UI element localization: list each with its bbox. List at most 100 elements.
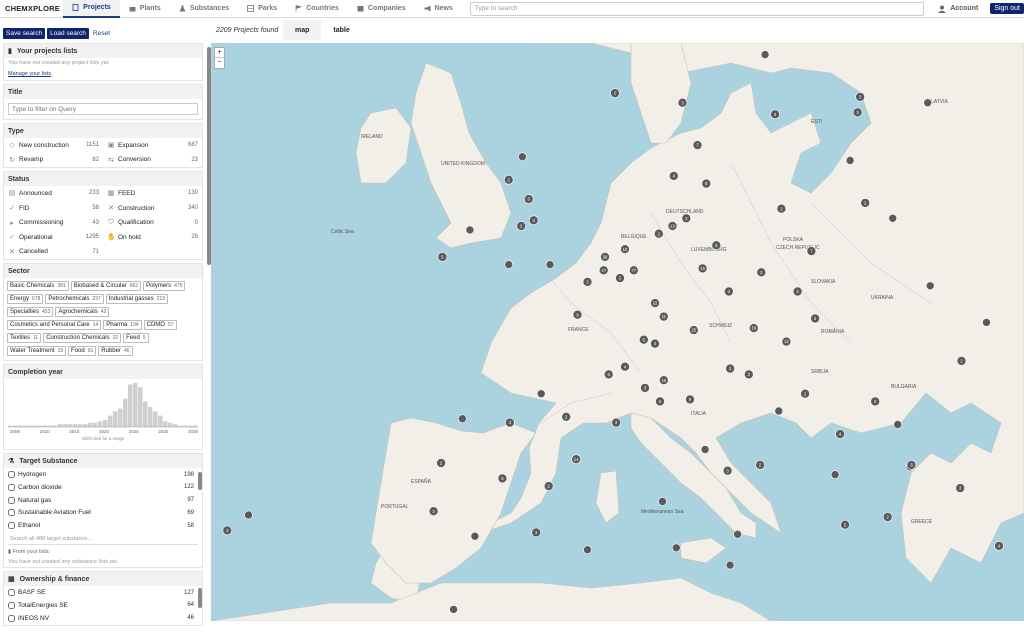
sector-tag[interactable]: Feed 5 xyxy=(123,333,149,344)
ownership-checkbox[interactable] xyxy=(8,614,15,622)
project-marker[interactable]: 25 xyxy=(688,325,699,335)
target-item[interactable]: Natural gas 97 xyxy=(4,494,202,507)
histogram-bar[interactable] xyxy=(163,421,168,428)
project-marker[interactable]: 2 xyxy=(561,411,572,422)
nav-tab-parks[interactable]: Parks xyxy=(238,0,286,18)
status-header[interactable]: Status xyxy=(4,172,202,187)
histogram-bar[interactable] xyxy=(58,424,63,428)
status-option[interactable]: ▸ Commissioning 43 xyxy=(4,215,103,230)
project-marker[interactable]: 4 xyxy=(792,286,803,297)
project-marker[interactable]: 5 xyxy=(497,473,508,484)
marker-dot[interactable] xyxy=(760,50,770,59)
status-option[interactable]: ✓ FID 58 xyxy=(4,201,103,216)
project-marker[interactable]: 4 xyxy=(620,361,630,372)
histogram-bar[interactable] xyxy=(158,415,163,428)
nav-tab-substances[interactable]: Substances xyxy=(170,0,238,18)
project-marker[interactable] xyxy=(925,281,935,291)
status-option[interactable]: ▦ FEED 130 xyxy=(103,186,202,201)
project-marker[interactable] xyxy=(671,543,681,553)
histogram-bar[interactable] xyxy=(143,401,148,428)
status-option[interactable]: ✕ Construction 340 xyxy=(103,201,202,216)
project-marker[interactable]: 3 xyxy=(906,460,917,470)
map-canvas[interactable]: FRANCE BELGIQUE DEUTSCHLAND LUXEMBOURG P… xyxy=(211,43,1024,621)
project-marker[interactable]: 12 xyxy=(781,336,792,347)
ownership-item[interactable]: BASF SE 127 xyxy=(4,586,202,599)
type-option[interactable]: ↻ Revamp 82 xyxy=(4,153,103,168)
type-option[interactable]: ▣ Expansion 687 xyxy=(103,138,202,153)
marker-dot[interactable] xyxy=(470,531,480,541)
project-lists-header[interactable]: ▮ Your projects lists xyxy=(4,44,202,58)
status-option[interactable]: ⛉ Qualification 0 xyxy=(103,215,202,230)
histogram-bar[interactable] xyxy=(73,424,78,428)
project-marker[interactable]: 2 xyxy=(882,512,893,522)
marker-dot[interactable] xyxy=(830,470,840,479)
histogram-bar[interactable] xyxy=(78,424,83,428)
project-marker[interactable] xyxy=(733,529,742,539)
project-marker[interactable]: 3 xyxy=(582,277,593,287)
target-list-scrollbar[interactable] xyxy=(198,472,202,491)
status-option[interactable]: ▤ Announced 233 xyxy=(4,186,103,201)
project-marker[interactable] xyxy=(583,545,592,555)
project-marker[interactable] xyxy=(923,98,933,108)
global-search-input[interactable] xyxy=(469,1,925,16)
histogram-chart[interactable]: 2006 2010 2015 2020 2025 2030 2035+ Shift-click… xyxy=(8,381,198,445)
sector-tag[interactable]: Construction Chemicals 32 xyxy=(43,333,122,344)
ownership-header[interactable]: ▦ Ownership & finance xyxy=(4,572,202,587)
marker-dot[interactable] xyxy=(923,98,933,108)
marker-dot[interactable] xyxy=(925,281,935,291)
marker-dot[interactable] xyxy=(465,225,475,235)
project-marker[interactable]: 8 xyxy=(711,240,722,251)
project-marker[interactable]: 3 xyxy=(855,92,865,102)
project-marker[interactable] xyxy=(545,260,555,269)
project-marker[interactable]: 7 xyxy=(692,140,703,150)
project-marker[interactable] xyxy=(449,605,458,614)
project-marker[interactable]: 3 xyxy=(222,525,233,536)
sector-tag[interactable]: Industrial gasses 219 xyxy=(105,294,169,305)
sector-tag[interactable]: Petrochemicals 237 xyxy=(45,294,104,305)
project-marker[interactable] xyxy=(465,225,475,235)
marker-dot[interactable] xyxy=(671,543,681,553)
project-marker[interactable]: 5 xyxy=(655,396,665,407)
sector-tag[interactable]: Pharma 134 xyxy=(103,320,142,331)
project-marker[interactable]: 6 xyxy=(572,309,583,320)
marker-dot[interactable] xyxy=(504,260,514,269)
nav-tab-companies[interactable]: Companies xyxy=(348,0,415,18)
nav-tab-news[interactable]: News xyxy=(415,0,462,18)
project-marker[interactable] xyxy=(725,560,735,570)
project-marker[interactable]: 3 xyxy=(725,363,735,374)
project-marker[interactable] xyxy=(774,406,784,416)
histogram-bar[interactable] xyxy=(88,422,93,428)
project-marker[interactable]: 22 xyxy=(650,298,660,308)
project-marker[interactable]: 3 xyxy=(650,338,660,349)
histogram-bar[interactable] xyxy=(118,408,123,428)
sector-tag[interactable]: Biobased & Circular 662 xyxy=(70,281,142,292)
project-marker[interactable]: 7 xyxy=(806,246,817,256)
marker-dot[interactable] xyxy=(725,560,735,570)
project-marker[interactable]: 2 xyxy=(800,388,810,399)
project-marker[interactable]: 16 xyxy=(748,323,759,333)
project-marker[interactable] xyxy=(700,445,710,454)
project-marker[interactable] xyxy=(518,152,527,161)
nav-tab-projects[interactable]: Projects xyxy=(63,0,120,18)
target-item[interactable]: Hydrogen 198 xyxy=(4,468,202,481)
histogram-bar[interactable] xyxy=(133,383,138,428)
ownership-list-scrollbar[interactable] xyxy=(198,588,202,609)
project-marker[interactable]: 3 xyxy=(955,483,966,493)
marker-dot[interactable] xyxy=(536,389,546,399)
marker-dot[interactable] xyxy=(845,156,855,165)
account-button[interactable]: Account xyxy=(938,5,978,13)
project-marker[interactable] xyxy=(830,470,840,479)
project-marker[interactable]: 3 xyxy=(722,465,733,476)
target-checkbox[interactable] xyxy=(8,509,15,517)
ownership-item[interactable]: TotalEnergies SE 64 xyxy=(4,599,202,612)
sign-out-button[interactable]: Sign out xyxy=(990,3,1024,14)
target-checkbox[interactable] xyxy=(8,496,15,504)
sector-tag[interactable]: Agrochemicals 42 xyxy=(55,307,110,318)
sector-tag[interactable]: Specialties 453 xyxy=(7,307,54,318)
marker-dot[interactable] xyxy=(583,545,592,555)
project-marker[interactable]: 2 xyxy=(956,356,967,366)
sector-tag[interactable]: Rubber 46 xyxy=(98,346,133,357)
ownership-checkbox[interactable] xyxy=(8,589,15,597)
sector-header[interactable]: Sector xyxy=(4,264,202,279)
project-marker[interactable]: 2 xyxy=(516,221,527,231)
